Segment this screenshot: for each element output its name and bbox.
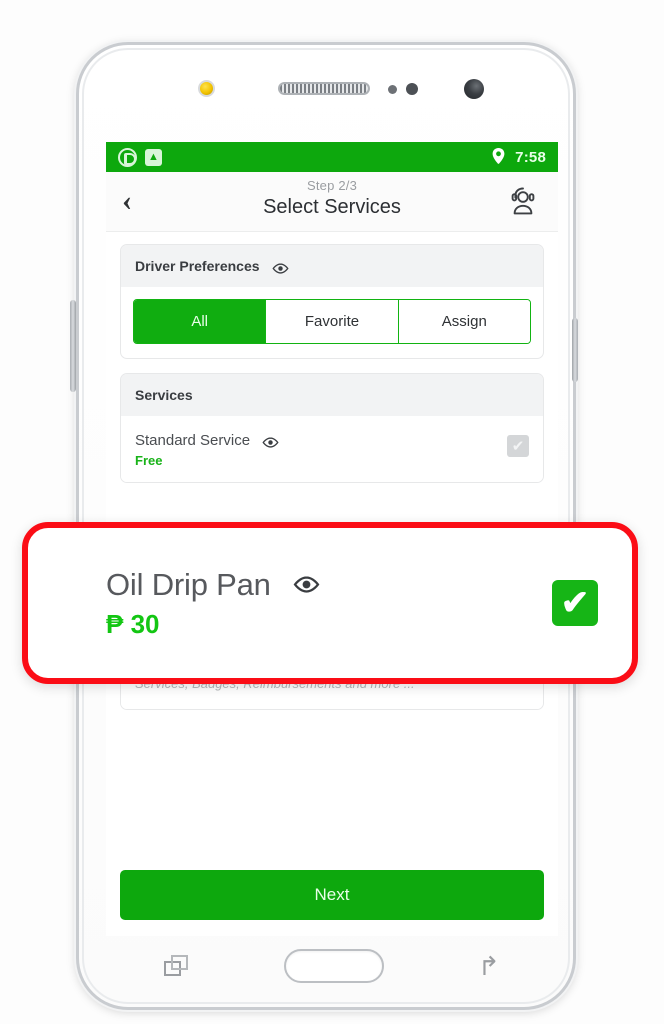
whatsapp-icon bbox=[118, 147, 137, 167]
callout-texts: Oil Drip Pan ₱ 30 bbox=[106, 567, 552, 640]
service-texts: Standard Service Free bbox=[135, 432, 507, 468]
footer-actions: Next bbox=[120, 870, 544, 920]
driver-preferences-header: Driver Preferences bbox=[121, 245, 543, 287]
services-title: Services bbox=[135, 387, 193, 403]
screenshot-stage: ▲ 7:58 ‹ Step 2/3 Select Services Driver… bbox=[0, 0, 664, 1024]
light-sensor-icon bbox=[406, 83, 418, 95]
services-card: Services Standard Service Free ✔ bbox=[120, 373, 544, 483]
next-button[interactable]: Next bbox=[120, 870, 544, 920]
eye-icon[interactable] bbox=[293, 576, 320, 593]
callout-service-name: Oil Drip Pan bbox=[106, 566, 271, 602]
service-checkbox bbox=[507, 435, 529, 457]
driver-preferences-card: Driver Preferences All Favorite Assign bbox=[120, 244, 544, 359]
front-camera-icon bbox=[464, 79, 484, 99]
earpiece-speaker bbox=[278, 82, 370, 95]
service-row-standard[interactable]: Standard Service Free bbox=[121, 416, 543, 482]
status-bar-time: 7:58 bbox=[515, 148, 546, 166]
callout-checkbox[interactable]: ✔ bbox=[552, 580, 598, 626]
driver-preferences-segmented-control: All Favorite Assign bbox=[133, 299, 531, 344]
back-key[interactable]: ↰ bbox=[478, 951, 500, 981]
power-button[interactable] bbox=[572, 318, 578, 382]
service-price: Free bbox=[135, 453, 163, 468]
support-agent-icon[interactable] bbox=[506, 184, 540, 218]
eye-icon[interactable] bbox=[262, 435, 279, 448]
app-header: ‹ Step 2/3 Select Services bbox=[106, 172, 558, 232]
segment-favorite[interactable]: Favorite bbox=[266, 300, 399, 343]
header-center: Step 2/3 Select Services bbox=[106, 178, 558, 219]
eye-icon[interactable] bbox=[271, 261, 289, 274]
segment-all[interactable]: All bbox=[134, 300, 267, 343]
callout-name-line: Oil Drip Pan bbox=[106, 567, 552, 603]
status-bar-notifications: ▲ bbox=[118, 147, 162, 167]
service-name-line: Standard Service bbox=[135, 432, 507, 449]
highlight-callout: Oil Drip Pan ₱ 30 ✔ bbox=[22, 522, 638, 684]
segment-assign[interactable]: Assign bbox=[398, 300, 530, 343]
services-header: Services bbox=[121, 374, 543, 416]
notification-led-icon bbox=[198, 80, 215, 97]
driver-preferences-title: Driver Preferences bbox=[135, 258, 260, 274]
volume-button[interactable] bbox=[70, 300, 76, 392]
status-bar: ▲ 7:58 bbox=[106, 142, 558, 172]
recent-apps-key[interactable] bbox=[164, 955, 190, 977]
check-icon: ✔ bbox=[560, 584, 590, 622]
callout-service-price: ₱ 30 bbox=[106, 608, 160, 639]
status-bar-system: 7:58 bbox=[492, 147, 546, 167]
proximity-sensor-icon bbox=[388, 85, 397, 94]
location-pin-icon bbox=[492, 147, 505, 167]
android-nav-bar: ↰ bbox=[116, 940, 548, 992]
step-indicator: Step 2/3 bbox=[306, 178, 358, 193]
page-title: Select Services bbox=[263, 196, 401, 218]
home-button[interactable] bbox=[284, 949, 385, 983]
service-name: Standard Service bbox=[135, 432, 251, 449]
driver-preferences-body: All Favorite Assign bbox=[121, 287, 543, 358]
notification-glyph: ▲ bbox=[148, 150, 159, 163]
notification-box-icon: ▲ bbox=[145, 148, 162, 166]
